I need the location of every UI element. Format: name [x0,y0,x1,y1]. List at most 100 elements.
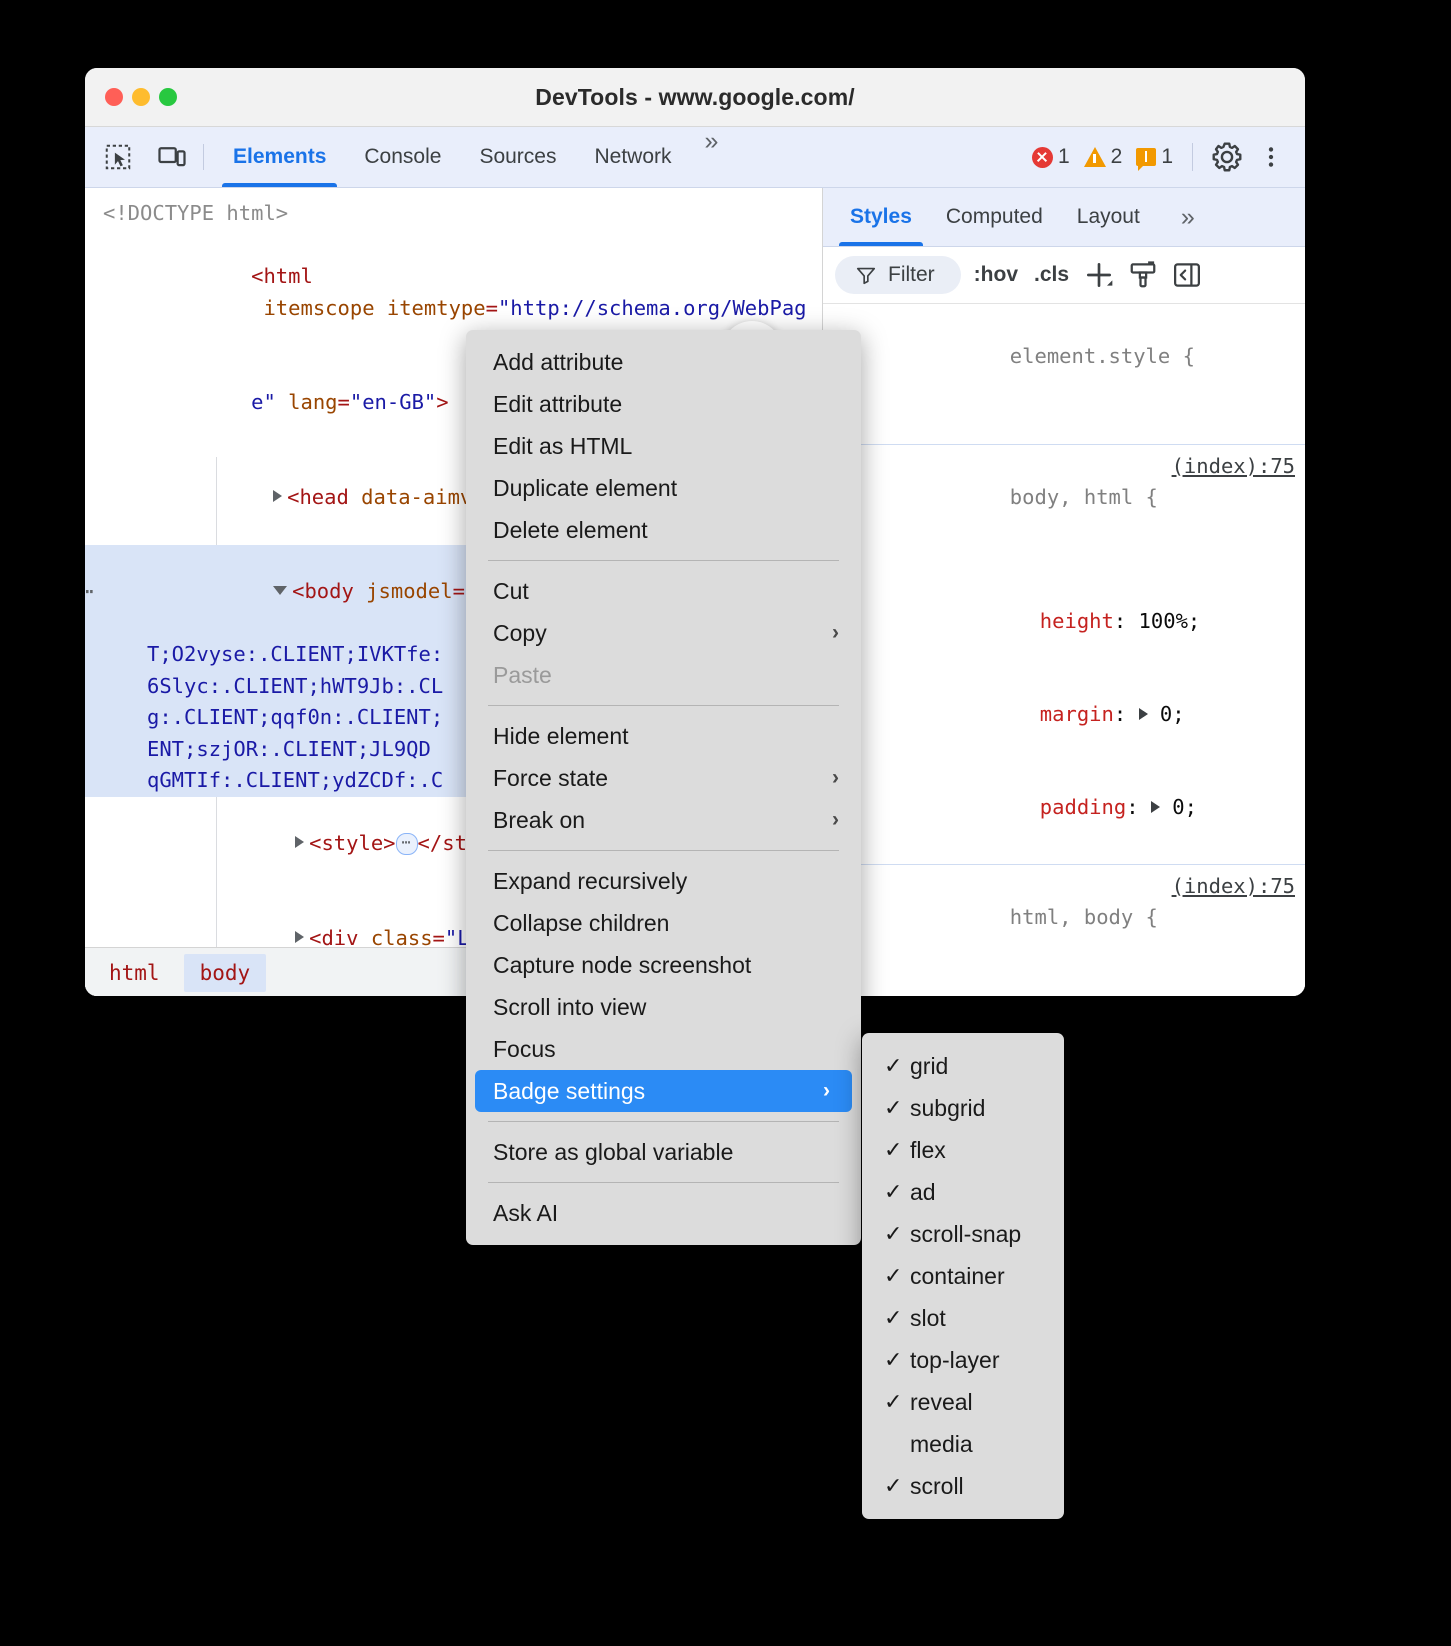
paint-brush-icon[interactable] [1126,258,1160,292]
css-rule[interactable]: html, body { (index):75 min-width: 400px… [823,865,1305,996]
toggle-sidebar-icon[interactable] [1170,258,1204,292]
window-titlebar: DevTools - www.google.com/ [85,68,1305,127]
css-declaration[interactable]: padding: 0; [823,761,1305,854]
breadcrumb-item-body[interactable]: body [184,954,267,992]
check-icon: ✓ [884,1053,910,1079]
device-toolbar-icon[interactable] [151,138,193,176]
check-icon: ✓ [884,1347,910,1373]
css-declaration[interactable]: min-width: 400px; [823,995,1305,996]
menu-item-add-attribute[interactable]: Add attribute [466,341,861,383]
warning-counter[interactable]: 2 [1079,145,1128,169]
menu-item-copy[interactable]: Copy › [466,612,861,654]
menu-item-edit-attribute[interactable]: Edit attribute [466,383,861,425]
toolbar-divider [203,144,204,170]
tab-styles[interactable]: Styles [833,188,929,246]
menu-separator [488,1121,839,1122]
gear-icon[interactable] [1207,137,1247,177]
badge-option-top-layer[interactable]: ✓ top-layer [862,1339,1064,1381]
inspect-element-icon[interactable] [97,138,139,176]
menu-item-store-as-global-variable[interactable]: Store as global variable [466,1131,861,1173]
menu-item-paste: Paste [466,654,861,696]
tab-elements-label: Elements [233,145,326,169]
expand-shorthand-icon[interactable] [1151,801,1160,813]
more-tabs-icon[interactable]: » [691,127,730,187]
badge-settings-submenu: ✓ grid ✓ subgrid ✓ flex ✓ ad ✓ scroll-sn… [862,1033,1064,1519]
check-icon: ✓ [884,1095,910,1121]
close-window-button[interactable] [105,88,123,106]
menu-item-expand-recursively[interactable]: Expand recursively [466,860,861,902]
css-rule[interactable]: body, html { (index):75 height: 100%; ma… [823,445,1305,865]
badge-option-grid[interactable]: ✓ grid [862,1045,1064,1087]
info-counter[interactable]: 1 [1131,145,1178,169]
check-icon: ✓ [884,1305,910,1331]
error-icon [1032,147,1053,168]
css-rule[interactable]: element.style { [823,304,1305,445]
badge-option-reveal[interactable]: ✓ reveal [862,1381,1064,1423]
menu-item-capture-node-screenshot[interactable]: Capture node screenshot [466,944,861,986]
menu-item-cut[interactable]: Cut [466,570,861,612]
menu-separator [488,850,839,851]
css-origin-link[interactable]: (index):75 [1172,451,1295,482]
css-empty-body[interactable] [823,403,1305,434]
hov-toggle-button[interactable]: :hov [971,263,1021,287]
menu-item-delete-element[interactable]: Delete element [466,509,861,551]
badge-option-flex[interactable]: ✓ flex [862,1129,1064,1171]
badge-option-scroll[interactable]: ✓ scroll [862,1465,1064,1507]
expand-shorthand-icon[interactable] [1139,708,1148,720]
menu-item-hide-element[interactable]: Hide element [466,715,861,757]
css-selector[interactable]: element.style { [823,310,1305,403]
traffic-lights [105,88,177,106]
tab-computed[interactable]: Computed [929,188,1060,246]
cls-toggle-button[interactable]: .cls [1031,263,1072,287]
badge-option-container[interactable]: ✓ container [862,1255,1064,1297]
styles-filter-input[interactable]: Filter [835,256,961,294]
tab-styles-label: Styles [850,205,912,229]
dom-line-doctype: <!DOCTYPE html> [85,198,822,230]
badge-option-scroll-snap[interactable]: ✓ scroll-snap [862,1213,1064,1255]
badge-option-slot[interactable]: ✓ slot [862,1297,1064,1339]
menu-item-focus[interactable]: Focus [466,1028,861,1070]
error-counter[interactable]: 1 [1027,145,1075,169]
check-icon: ✓ [884,1389,910,1415]
toolbar-right-group: 1 2 1 [1027,137,1305,177]
breadcrumb-item-html[interactable]: html [93,954,176,992]
css-origin-link[interactable]: (index):75 [1172,871,1295,902]
tab-layout-label: Layout [1077,205,1140,229]
tab-elements[interactable]: Elements [214,127,345,187]
check-icon: ✓ [884,1179,910,1205]
kebab-menu-icon[interactable] [1251,137,1291,177]
chevron-right-icon: › [832,766,839,790]
toolbar-divider-2 [1192,143,1193,171]
minimize-window-button[interactable] [132,88,150,106]
panel-tabs: Elements Console Sources Network » [214,127,729,187]
check-icon: ✓ [884,1263,910,1289]
tab-console[interactable]: Console [345,127,460,187]
menu-item-force-state[interactable]: Force state › [466,757,861,799]
info-count: 1 [1161,145,1173,169]
check-icon: ✓ [884,1221,910,1247]
tab-layout[interactable]: Layout [1060,188,1157,246]
badge-option-media[interactable]: media [862,1423,1064,1465]
tab-network[interactable]: Network [575,127,690,187]
menu-item-scroll-into-view[interactable]: Scroll into view [466,986,861,1028]
css-selector[interactable]: body, html { (index):75 [823,451,1305,575]
menu-item-badge-settings[interactable]: Badge settings › [475,1070,852,1112]
css-declaration[interactable]: height: 100%; [823,575,1305,668]
styles-more-tabs-icon[interactable]: » [1157,188,1216,246]
tab-console-label: Console [364,145,441,169]
chevron-right-icon: › [823,1079,830,1103]
badge-option-subgrid[interactable]: ✓ subgrid [862,1087,1064,1129]
element-context-menu: Add attribute Edit attribute Edit as HTM… [466,330,861,1245]
menu-item-break-on[interactable]: Break on › [466,799,861,841]
badge-option-ad[interactable]: ✓ ad [862,1171,1064,1213]
menu-item-duplicate-element[interactable]: Duplicate element [466,467,861,509]
menu-item-ask-ai[interactable]: Ask AI [466,1192,861,1234]
zoom-window-button[interactable] [159,88,177,106]
plus-icon[interactable] [1082,258,1116,292]
menu-item-edit-as-html[interactable]: Edit as HTML [466,425,861,467]
css-declaration[interactable]: margin: 0; [823,668,1305,761]
menu-item-collapse-children[interactable]: Collapse children [466,902,861,944]
error-count: 1 [1058,145,1070,169]
tab-sources[interactable]: Sources [460,127,575,187]
css-selector[interactable]: html, body { (index):75 [823,871,1305,995]
